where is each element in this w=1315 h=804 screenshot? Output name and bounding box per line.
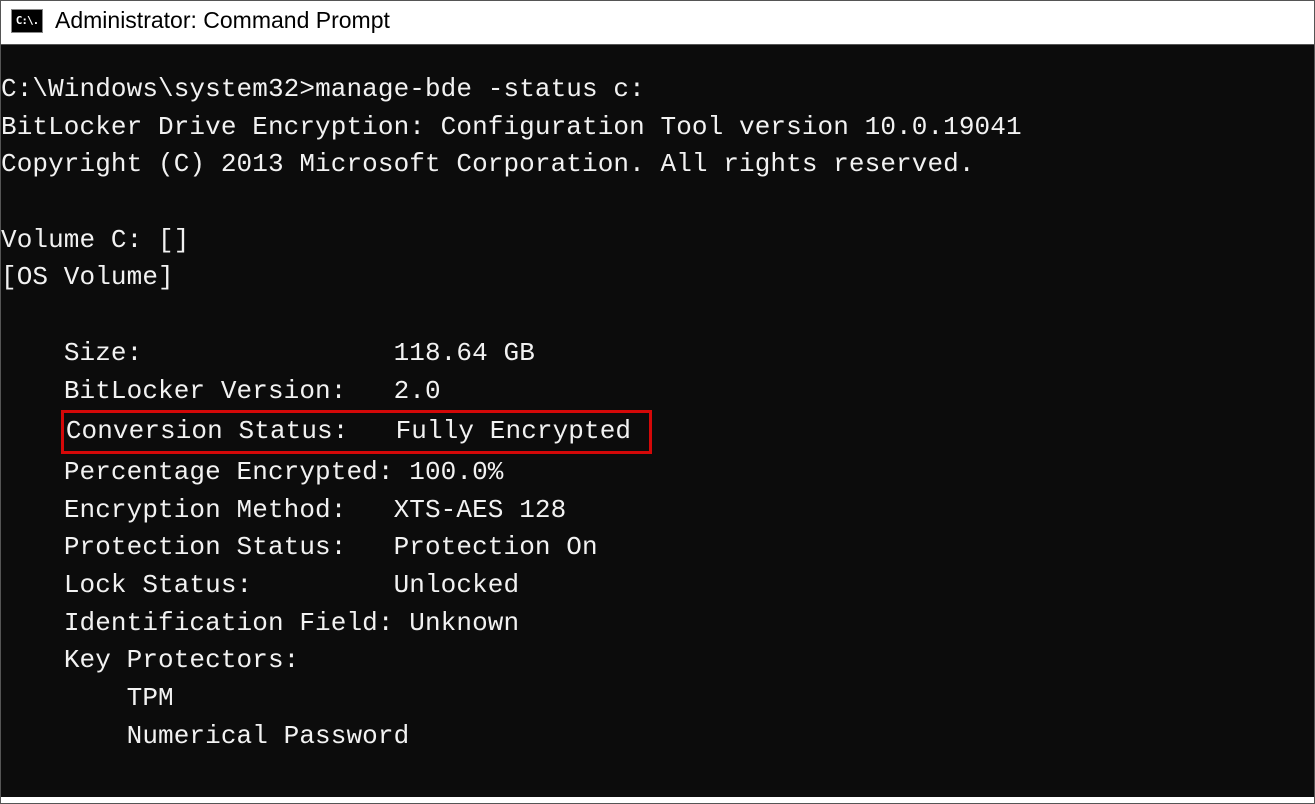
blank-line bbox=[1, 184, 1314, 222]
field-label: Percentage Encrypted: bbox=[64, 457, 394, 487]
field-label: Lock Status: bbox=[64, 570, 252, 600]
field-key-protectors: Key Protectors: bbox=[1, 642, 1314, 680]
field-value: 2.0 bbox=[394, 376, 441, 406]
cmd-icon: C:\. bbox=[11, 9, 43, 33]
field-label: Conversion Status: bbox=[66, 416, 349, 446]
protector-item-2: Numerical Password bbox=[1, 718, 1314, 756]
field-lock-status: Lock Status: Unlocked bbox=[1, 567, 1314, 605]
blank-line bbox=[1, 297, 1314, 335]
volume-line: Volume C: [] bbox=[1, 222, 1314, 260]
highlight-box: Conversion Status: Fully Encrypted bbox=[61, 410, 652, 454]
header-line-1: BitLocker Drive Encryption: Configuratio… bbox=[1, 109, 1314, 147]
field-label: BitLocker Version: bbox=[64, 376, 347, 406]
field-value: Unknown bbox=[409, 608, 519, 638]
field-label: Identification Field: bbox=[64, 608, 394, 638]
field-label: Protection Status: bbox=[64, 532, 347, 562]
field-size: Size: 118.64 GB bbox=[1, 335, 1314, 373]
field-value: 100.0% bbox=[409, 457, 503, 487]
field-protection-status: Protection Status: Protection On bbox=[1, 529, 1314, 567]
field-value: XTS-AES 128 bbox=[394, 495, 567, 525]
field-value: Protection On bbox=[394, 532, 598, 562]
protector-value: Numerical Password bbox=[127, 721, 410, 751]
protector-value: TPM bbox=[127, 683, 174, 713]
field-value: 118.64 GB bbox=[394, 338, 535, 368]
field-label: Key Protectors: bbox=[64, 645, 300, 675]
field-identification-field: Identification Field: Unknown bbox=[1, 605, 1314, 643]
field-bitlocker-version: BitLocker Version: 2.0 bbox=[1, 373, 1314, 411]
field-value: Fully Encrypted bbox=[396, 416, 632, 446]
volume-desc-line: [OS Volume] bbox=[1, 259, 1314, 297]
command-text: manage-bde -status c: bbox=[315, 74, 645, 104]
header-line-2: Copyright (C) 2013 Microsoft Corporation… bbox=[1, 146, 1314, 184]
field-value: Unlocked bbox=[394, 570, 520, 600]
window-title: Administrator: Command Prompt bbox=[55, 7, 390, 34]
window-titlebar: C:\. Administrator: Command Prompt bbox=[1, 1, 1314, 45]
terminal-output[interactable]: C:\Windows\system32>manage-bde -status c… bbox=[1, 45, 1314, 797]
field-conversion-status: Conversion Status: Fully Encrypted bbox=[1, 410, 1314, 454]
prompt-text: C:\Windows\system32> bbox=[1, 74, 315, 104]
field-label: Encryption Method: bbox=[64, 495, 347, 525]
field-label: Size: bbox=[64, 338, 143, 368]
prompt-line: C:\Windows\system32>manage-bde -status c… bbox=[1, 71, 1314, 109]
protector-item-1: TPM bbox=[1, 680, 1314, 718]
field-encryption-method: Encryption Method: XTS-AES 128 bbox=[1, 492, 1314, 530]
field-percentage-encrypted: Percentage Encrypted: 100.0% bbox=[1, 454, 1314, 492]
